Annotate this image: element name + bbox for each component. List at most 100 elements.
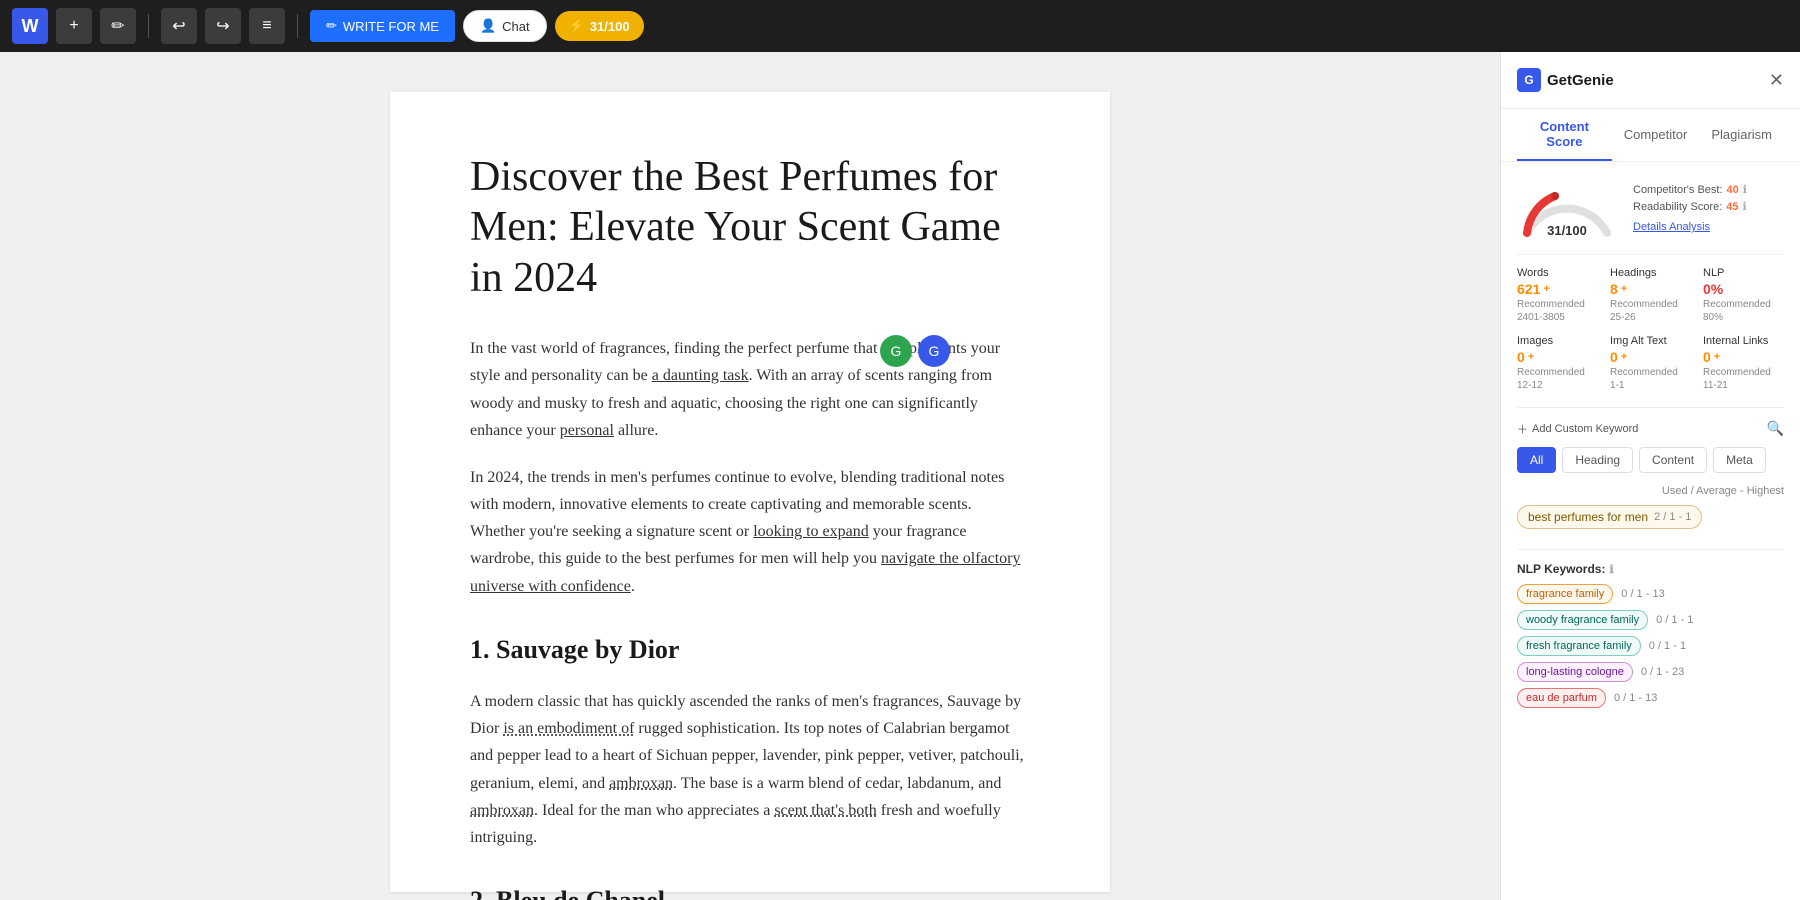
nlp-count-4: 0 / 1 - 13: [1614, 692, 1657, 704]
readability-value: 45: [1726, 201, 1738, 213]
nlp-tag-3: long-lasting cologne: [1517, 662, 1633, 682]
genie-logo-icon: G: [1517, 68, 1541, 92]
keyword-tag-row-0: best perfumes for men 2 / 1 - 1: [1517, 505, 1784, 537]
img-alt-rec-value: 1-1: [1610, 380, 1691, 391]
images-rec-value: 12-12: [1517, 380, 1598, 391]
add-custom-keyword-button[interactable]: ＋ Add Custom Keyword: [1517, 421, 1638, 437]
tab-plagiarism[interactable]: Plagiarism: [1699, 109, 1784, 161]
stat-img-alt: Img Alt Text 0 + Recommended 1-1: [1610, 335, 1691, 391]
words-label: Words: [1517, 267, 1598, 279]
nlp-rec-value: 80%: [1703, 312, 1784, 323]
separator-2: [297, 14, 298, 38]
link-navigate[interactable]: navigate the olfactory universe with con…: [470, 550, 1021, 594]
post-body: In the vast world of fragrances, finding…: [470, 335, 1030, 900]
score-label: 31/100: [590, 19, 630, 34]
stat-images: Images 0 + Recommended 12-12: [1517, 335, 1598, 391]
keyword-tag-0: best perfumes for men 2 / 1 - 1: [1517, 505, 1702, 529]
link-personal[interactable]: personal: [560, 422, 614, 439]
keyword-search-button[interactable]: 🔍: [1767, 420, 1784, 437]
info-icon-competitor: ℹ: [1743, 183, 1747, 196]
nlp-row-2: fresh fragrance family 0 / 1 - 1: [1517, 636, 1784, 656]
internal-links-rec-value: 11-21: [1703, 380, 1784, 391]
headings-rec-value: 25-26: [1610, 312, 1691, 323]
info-icon-readability: ℹ: [1743, 200, 1747, 213]
editor-area[interactable]: Discover the Best Perfumes for Men: Elev…: [0, 52, 1500, 900]
internal-links-recommended: Recommended: [1703, 367, 1784, 378]
nlp-row-0: fragrance family 0 / 1 - 13: [1517, 584, 1784, 604]
divider-1: [1517, 254, 1784, 255]
right-panel: G GetGenie ✕ Content Score Competitor Pl…: [1500, 52, 1800, 900]
headings-recommended: Recommended: [1610, 299, 1691, 310]
divider-3: [1517, 549, 1784, 550]
score-meta: Competitor's Best: 40 ℹ Readability Scor…: [1633, 183, 1747, 233]
chat-avatar-icon: 👤: [480, 18, 496, 34]
nlp-value: 0%: [1703, 281, 1784, 297]
competitor-best-value: 40: [1727, 184, 1739, 196]
readability-label: Readability Score:: [1633, 201, 1722, 213]
write-icon: ✏: [326, 18, 337, 34]
add-block-button[interactable]: +: [56, 8, 92, 44]
main-layout: Discover the Best Perfumes for Men: Elev…: [0, 52, 1800, 900]
keyword-count-0: 2 / 1 - 1: [1654, 511, 1691, 523]
stat-internal-links: Internal Links 0 + Recommended 11-21: [1703, 335, 1784, 391]
stat-headings: Headings 8 + Recommended 25-26: [1610, 267, 1691, 323]
panel-header: G GetGenie ✕: [1501, 52, 1800, 109]
getgenie-logo: G GetGenie: [1517, 68, 1614, 92]
images-recommended: Recommended: [1517, 367, 1598, 378]
nlp-count-2: 0 / 1 - 1: [1649, 640, 1686, 652]
separator-1: [148, 14, 149, 38]
link-looking-to-expand[interactable]: looking to expand: [753, 523, 869, 540]
filter-all[interactable]: All: [1517, 447, 1556, 473]
menu-button[interactable]: ≡: [249, 8, 285, 44]
filter-heading[interactable]: Heading: [1562, 447, 1633, 473]
nlp-info-icon[interactable]: ℹ: [1609, 563, 1613, 576]
write-for-me-button[interactable]: ✏ WRITE FOR ME: [310, 10, 455, 42]
nlp-recommended: Recommended: [1703, 299, 1784, 310]
score-badge-button[interactable]: ⚡ 31/100: [555, 11, 644, 41]
score-section: 31/100 Competitor's Best: 40 ℹ Readabili…: [1517, 178, 1784, 238]
undo-button[interactable]: ↩: [161, 8, 197, 44]
details-analysis-link[interactable]: Details Analysis: [1633, 221, 1747, 233]
panel-body: 31/100 Competitor's Best: 40 ℹ Readabili…: [1501, 162, 1800, 900]
tab-content-score[interactable]: Content Score: [1517, 109, 1612, 161]
close-panel-button[interactable]: ✕: [1769, 70, 1784, 91]
nlp-count-3: 0 / 1 - 23: [1641, 666, 1684, 678]
nlp-row-3: long-lasting cologne 0 / 1 - 23: [1517, 662, 1784, 682]
heading-sauvage: 1. Sauvage by Dior: [470, 628, 1030, 672]
nlp-keywords-label: NLP Keywords: ℹ: [1517, 562, 1784, 576]
divider-2: [1517, 407, 1784, 408]
competitor-best-row: Competitor's Best: 40 ℹ: [1633, 183, 1747, 196]
readability-row: Readability Score: 45 ℹ: [1633, 200, 1747, 213]
img-alt-label: Img Alt Text: [1610, 335, 1691, 347]
nlp-count-1: 0 / 1 - 1: [1656, 614, 1693, 626]
words-value: 621 +: [1517, 281, 1598, 297]
post-title[interactable]: Discover the Best Perfumes for Men: Elev…: [470, 152, 1030, 303]
redo-button[interactable]: ↪: [205, 8, 241, 44]
keyword-section-header: ＋ Add Custom Keyword 🔍: [1517, 420, 1784, 437]
nlp-tag-1: woody fragrance family: [1517, 610, 1648, 630]
tools-button[interactable]: ✏: [100, 8, 136, 44]
filter-meta[interactable]: Meta: [1713, 447, 1766, 473]
tab-competitor[interactable]: Competitor: [1612, 109, 1700, 161]
competitor-best-label: Competitor's Best:: [1633, 184, 1723, 196]
getgenie-text: GetGenie: [1547, 72, 1614, 89]
paragraph-3: A modern classic that has quickly ascend…: [470, 688, 1030, 851]
gauge-score: 31/100: [1517, 223, 1617, 238]
nlp-tag-4: eau de parfum: [1517, 688, 1606, 708]
stat-words: Words 621 + Recommended 2401-3805: [1517, 267, 1598, 323]
grammarly-icon-button[interactable]: G: [880, 335, 912, 367]
images-value: 0 +: [1517, 349, 1598, 365]
chat-label: Chat: [502, 19, 529, 34]
genie-icon-button[interactable]: G: [918, 335, 950, 367]
nlp-tag-2: fresh fragrance family: [1517, 636, 1641, 656]
filter-content[interactable]: Content: [1639, 447, 1707, 473]
img-alt-value: 0 +: [1610, 349, 1691, 365]
paragraph-2: In 2024, the trends in men's perfumes co…: [470, 464, 1030, 600]
link-daunting-task[interactable]: a daunting task: [652, 367, 749, 384]
headings-label: Headings: [1610, 267, 1691, 279]
images-label: Images: [1517, 335, 1598, 347]
used-label: Used / Average - Highest: [1517, 485, 1784, 497]
nlp-count-0: 0 / 1 - 13: [1621, 588, 1664, 600]
panel-tabs: Content Score Competitor Plagiarism: [1501, 109, 1800, 162]
chat-button[interactable]: 👤 Chat: [463, 10, 547, 42]
